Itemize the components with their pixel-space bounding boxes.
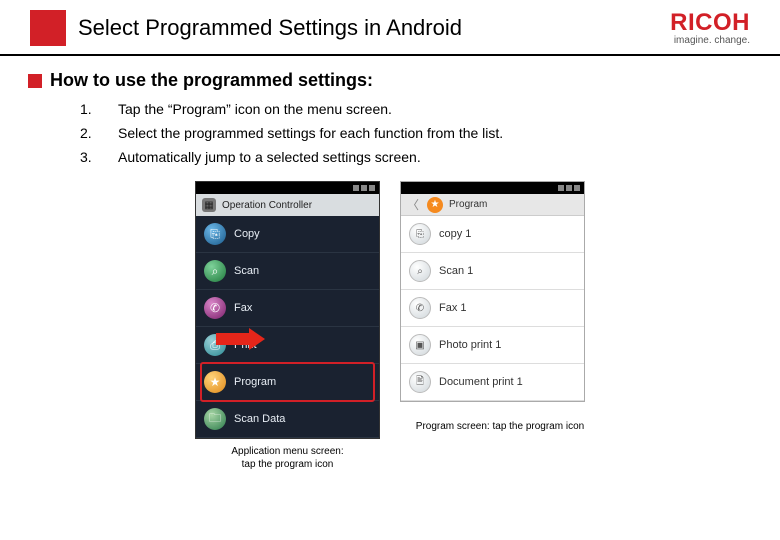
- menu-item-scandata[interactable]: 🗀 Scan Data: [196, 401, 379, 438]
- menu-item-program[interactable]: ★ Program: [196, 364, 379, 401]
- menu-list: ⎘ Copy ⌕ Scan ✆ Fax ⎙ Print: [196, 216, 379, 438]
- section-heading-row: How to use the programmed settings:: [40, 70, 740, 91]
- program-item-copy[interactable]: ⎘ copy 1: [401, 216, 584, 253]
- page-header: Select Programmed Settings in Android RI…: [0, 0, 780, 56]
- logo-text: RICOH: [670, 11, 750, 35]
- app-header-title: Operation Controller: [222, 200, 312, 211]
- copy-icon: ⎘: [204, 223, 226, 245]
- step-text: Tap the “Program” icon on the menu scree…: [118, 101, 392, 117]
- program-item-docprint[interactable]: 🖹 Document print 1: [401, 364, 584, 401]
- step-item: 1. Tap the “Program” icon on the menu sc…: [80, 97, 740, 121]
- app-menu-screenshot: ▦ Operation Controller ⎘ Copy ⌕ Scan ✆ F…: [195, 181, 380, 439]
- program-label: Photo print 1: [439, 339, 501, 351]
- app-icon: ▦: [202, 198, 216, 212]
- back-chevron-icon[interactable]: 〈: [407, 196, 419, 213]
- status-icon: [566, 185, 572, 191]
- steps-list: 1. Tap the “Program” icon on the menu sc…: [40, 97, 740, 169]
- step-number: 3.: [80, 149, 98, 165]
- right-phone-wrap: 〈 ★ Program ⎘ copy 1 ⌕ Scan 1 ✆ Fax: [400, 181, 585, 471]
- menu-label: Fax: [234, 302, 252, 314]
- menu-item-fax[interactable]: ✆ Fax: [196, 290, 379, 327]
- step-item: 3. Automatically jump to a selected sett…: [80, 145, 740, 169]
- program-item-scan[interactable]: ⌕ Scan 1: [401, 253, 584, 290]
- status-icon: [369, 185, 375, 191]
- page-title: Select Programmed Settings in Android: [78, 15, 462, 41]
- section-heading: How to use the programmed settings:: [50, 70, 373, 91]
- header-left: Select Programmed Settings in Android: [30, 10, 462, 46]
- red-arrow-icon: [216, 328, 268, 350]
- step-number: 1.: [80, 101, 98, 117]
- menu-label: Program: [234, 376, 276, 388]
- right-caption: Program screen: tap the program icon: [390, 421, 610, 432]
- app-header-bar: 〈 ★ Program: [401, 194, 584, 216]
- fax-icon: ✆: [204, 297, 226, 319]
- program-star-icon: ★: [204, 371, 226, 393]
- bullet-square-icon: [28, 74, 42, 88]
- copy-icon: ⎘: [409, 223, 431, 245]
- left-phone-wrap: ▦ Operation Controller ⎘ Copy ⌕ Scan ✆ F…: [195, 181, 380, 471]
- document-icon: 🖹: [409, 371, 431, 393]
- screenshots-row: ▦ Operation Controller ⎘ Copy ⌕ Scan ✆ F…: [40, 181, 740, 471]
- program-list: ⎘ copy 1 ⌕ Scan 1 ✆ Fax 1 ▣ Photo print …: [401, 216, 584, 401]
- status-icon: [353, 185, 359, 191]
- brand-logo: RICOH imagine. change.: [670, 11, 750, 46]
- android-status-bar: [401, 182, 584, 194]
- status-icon: [361, 185, 367, 191]
- program-label: copy 1: [439, 228, 471, 240]
- status-icon: [574, 185, 580, 191]
- program-label: Scan 1: [439, 265, 473, 277]
- photo-icon: ▣: [409, 334, 431, 356]
- menu-label: Copy: [234, 228, 260, 240]
- folder-icon: 🗀: [204, 408, 226, 430]
- step-text: Select the programmed settings for each …: [118, 125, 503, 141]
- program-label: Fax 1: [439, 302, 467, 314]
- program-star-icon: ★: [427, 197, 443, 213]
- menu-label: Scan Data: [234, 413, 285, 425]
- menu-item-copy[interactable]: ⎘ Copy: [196, 216, 379, 253]
- program-item-fax[interactable]: ✆ Fax 1: [401, 290, 584, 327]
- highlight-box: [200, 362, 375, 402]
- left-caption: Application menu screen: tap the program…: [195, 445, 380, 471]
- program-list-screenshot: 〈 ★ Program ⎘ copy 1 ⌕ Scan 1 ✆ Fax: [400, 181, 585, 402]
- program-item-photoprint[interactable]: ▣ Photo print 1: [401, 327, 584, 364]
- logo-tagline: imagine. change.: [670, 35, 750, 46]
- step-text: Automatically jump to a selected setting…: [118, 149, 421, 165]
- program-label: Document print 1: [439, 376, 523, 388]
- app-header-bar: ▦ Operation Controller: [196, 194, 379, 216]
- step-number: 2.: [80, 125, 98, 141]
- scan-icon: ⌕: [409, 260, 431, 282]
- step-item: 2. Select the programmed settings for ea…: [80, 121, 740, 145]
- app-header-title: Program: [449, 199, 487, 210]
- fax-icon: ✆: [409, 297, 431, 319]
- scan-icon: ⌕: [204, 260, 226, 282]
- android-status-bar: [196, 182, 379, 194]
- brand-square-icon: [30, 10, 66, 46]
- status-icon: [558, 185, 564, 191]
- menu-label: Scan: [234, 265, 259, 277]
- content-area: How to use the programmed settings: 1. T…: [0, 56, 780, 471]
- menu-item-scan[interactable]: ⌕ Scan: [196, 253, 379, 290]
